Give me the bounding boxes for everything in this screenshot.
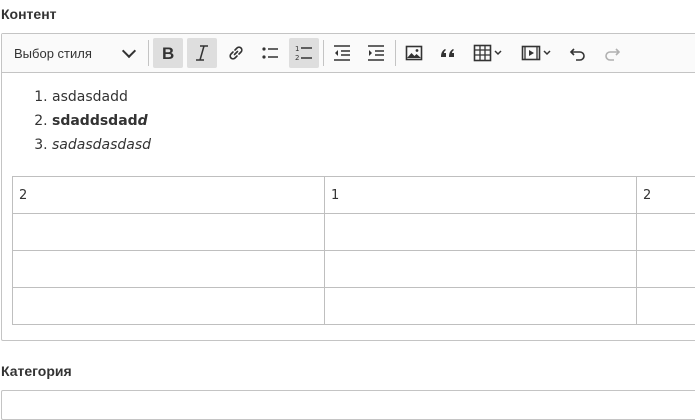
content-table: 2 1 2 <box>12 176 695 325</box>
redo-button[interactable] <box>597 38 627 68</box>
insert-table-button[interactable] <box>469 38 507 68</box>
bold-icon: B <box>158 43 178 63</box>
table-row: 2 1 2 <box>13 177 695 214</box>
image-icon <box>404 43 424 63</box>
style-dropdown-label: Выбор стиля <box>14 46 92 61</box>
style-dropdown[interactable]: Выбор стиля <box>8 38 142 68</box>
svg-text:1: 1 <box>295 45 299 53</box>
undo-icon <box>568 43 588 63</box>
table-cell[interactable] <box>13 288 325 325</box>
redo-icon <box>602 43 622 63</box>
list-item: asdasdadd <box>52 85 151 109</box>
category-select[interactable] <box>1 390 695 420</box>
table-row <box>13 214 695 251</box>
indent-button[interactable] <box>361 38 391 68</box>
list-item: sdaddsdadd <box>52 109 151 133</box>
editor-content[interactable]: asdasdadd sdaddsdadd sadasdasdasd 2 1 2 <box>2 73 695 340</box>
italic-button[interactable] <box>187 38 217 68</box>
bulleted-list-button[interactable] <box>255 38 285 68</box>
toolbar-separator <box>148 40 149 66</box>
table-cell[interactable] <box>13 251 325 288</box>
table-cell[interactable] <box>325 251 637 288</box>
undo-button[interactable] <box>563 38 593 68</box>
chevron-down-icon <box>122 44 136 58</box>
table-cell[interactable] <box>637 214 695 251</box>
blockquote-button[interactable] <box>433 38 463 68</box>
outdent-button[interactable] <box>327 38 357 68</box>
toolbar-separator <box>395 40 396 66</box>
svg-text:2: 2 <box>295 54 299 62</box>
list-item-bold-italic-text: d <box>138 113 148 129</box>
list-item-italic-text: sadasdasdasd <box>52 137 151 153</box>
insert-image-button[interactable] <box>399 38 429 68</box>
bold-button[interactable]: B <box>153 38 183 68</box>
table-cell[interactable] <box>325 214 637 251</box>
insert-media-button[interactable] <box>517 38 555 68</box>
table-cell[interactable] <box>325 288 637 325</box>
list-item: sadasdasdasd <box>52 133 151 157</box>
editor-toolbar: Выбор стиля B 12 <box>2 34 695 73</box>
italic-icon <box>192 43 212 63</box>
list-item-text: asdasdadd <box>52 89 128 105</box>
table-cell[interactable]: 1 <box>325 177 637 214</box>
toolbar-separator <box>323 40 324 66</box>
table-cell[interactable]: 2 <box>637 177 695 214</box>
link-button[interactable] <box>221 38 251 68</box>
category-label: Категория <box>1 363 72 379</box>
numbered-list-icon: 12 <box>294 43 314 63</box>
quote-icon <box>438 43 458 63</box>
table-row <box>13 288 695 325</box>
table-cell[interactable] <box>13 214 325 251</box>
table-cell[interactable]: 2 <box>13 177 325 214</box>
table-row <box>13 251 695 288</box>
indent-icon <box>366 43 386 63</box>
numbered-list: asdasdadd sdaddsdadd sadasdasdasd <box>14 85 151 157</box>
link-icon <box>226 43 246 63</box>
numbered-list-button[interactable]: 12 <box>289 38 319 68</box>
outdent-icon <box>332 43 352 63</box>
table-cell[interactable] <box>637 288 695 325</box>
table-icon <box>473 43 503 63</box>
bulleted-list-icon <box>260 43 280 63</box>
rich-text-editor: Выбор стиля B 12 <box>1 33 695 341</box>
svg-text:B: B <box>162 44 174 63</box>
table-cell[interactable] <box>637 251 695 288</box>
media-icon <box>521 43 551 63</box>
content-label: Контент <box>1 6 57 22</box>
list-item-bold-text: sdaddsdad <box>52 113 138 129</box>
